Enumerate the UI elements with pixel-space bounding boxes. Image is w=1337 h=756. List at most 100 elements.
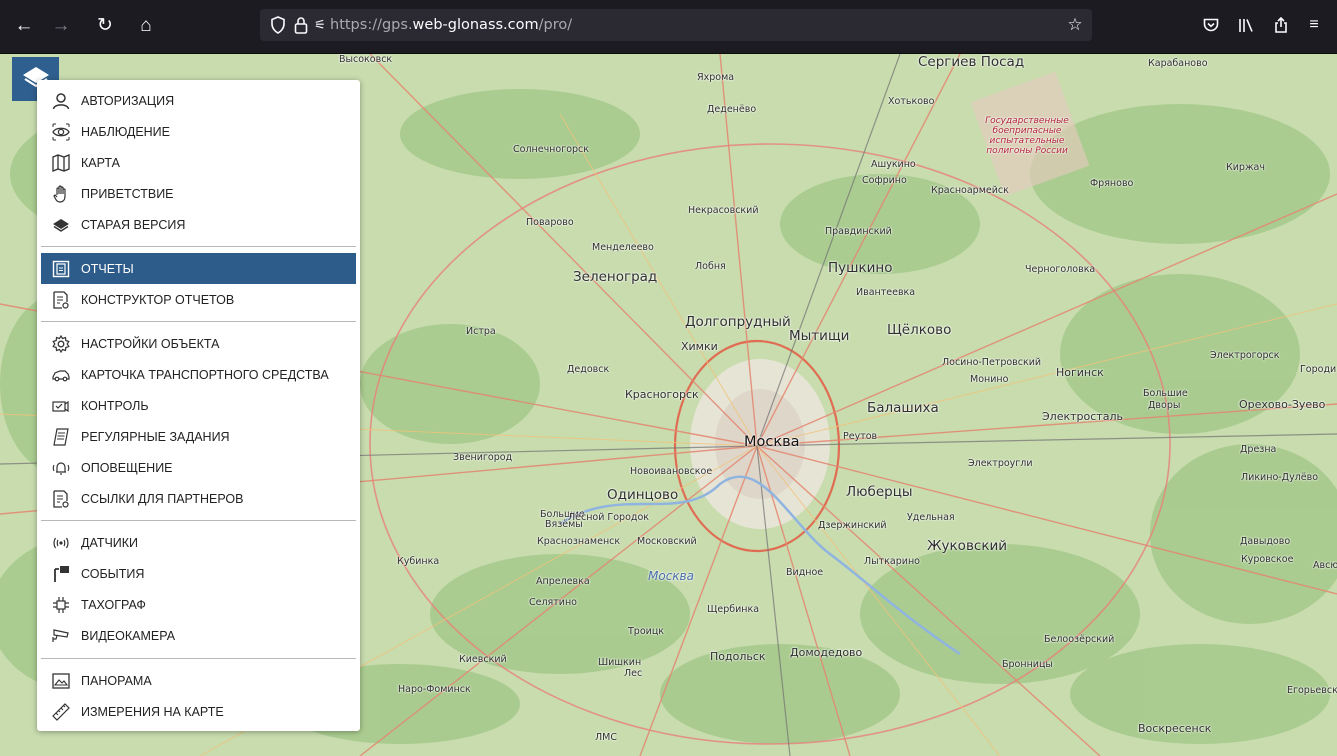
map-label: Троицк [628, 626, 665, 637]
map-label: Некрасовский [688, 205, 759, 216]
menu-item-label: ТАХОГРАФ [81, 597, 146, 612]
gear-icon [51, 334, 71, 354]
map-label: Пушкино [828, 260, 893, 276]
map-label: Воскресенск [1138, 722, 1212, 735]
map-label: Поварово [526, 217, 574, 228]
menu-item-report-builder[interactable]: КОНСТРУКТОР ОТЧЕТОВ [41, 284, 356, 315]
menu-item-greeting[interactable]: ПРИВЕТСТВИЕ [41, 178, 356, 209]
map-label: Ашукино [871, 159, 916, 170]
map-label: Черноголовка [1025, 264, 1096, 275]
back-icon[interactable]: ← [10, 11, 38, 39]
permissions-icon[interactable]: ⚟ [312, 14, 328, 36]
map-label: Щербинка [707, 604, 760, 615]
menu-item-label: РЕГУЛЯРНЫЕ ЗАДАНИЯ [81, 429, 230, 444]
map-label: Удельная [907, 512, 955, 523]
menu-item-label: НАБЛЮДЕНИЕ [81, 124, 171, 139]
menu-item-label: КОНТРОЛЬ [81, 398, 149, 413]
map-label: Егорьевск [1287, 685, 1337, 696]
map-label: Большие [1143, 388, 1188, 399]
menu-item-object-settings[interactable]: НАСТРОЙКИ ОБЪЕКТА [41, 328, 356, 359]
pocket-icon[interactable] [1197, 11, 1225, 39]
car-icon [51, 365, 71, 385]
map-label: Московский [637, 536, 697, 547]
url-bar[interactable]: ⚟ https://gps.web-glonass.com/pro/ ☆ [260, 9, 1092, 41]
menu-item-map[interactable]: КАРТА [41, 147, 356, 178]
map-label: Менделеево [592, 242, 654, 253]
map-label: Зеленоград [573, 269, 658, 285]
home-icon[interactable]: ⌂ [132, 11, 160, 39]
shield-icon[interactable] [268, 14, 288, 36]
menu-item-observation[interactable]: НАБЛЮДЕНИЕ [41, 116, 356, 147]
map-label: Ликино-Дулёво [1241, 472, 1319, 483]
map-label: Наро-Фоминск [398, 684, 471, 695]
map-label: Селятино [529, 597, 577, 608]
share-icon[interactable] [1267, 11, 1295, 39]
map-label: Ногинск [1056, 366, 1104, 379]
map-label: Яхрома [697, 72, 735, 83]
map-label: Электросталь [1042, 410, 1123, 423]
menu-item-reports[interactable]: ОТЧЕТЫ [41, 253, 356, 284]
map-label: Москва [744, 434, 800, 450]
library-icon[interactable] [1232, 11, 1260, 39]
menu-item-partner-links[interactable]: ССЫЛКИ ДЛЯ ПАРТНЕРОВ [41, 483, 356, 514]
menu-item-vehicle-card[interactable]: КАРТОЧКА ТРАНСПОРТНОГО СРЕДСТВА [41, 359, 356, 390]
menu-item-notification[interactable]: ОПОВЕЩЕНИЕ [41, 452, 356, 483]
menu-item-events[interactable]: СОБЫТИЯ [41, 558, 356, 589]
menu-item-label: ИЗМЕРЕНИЯ НА КАРТЕ [81, 704, 224, 719]
bookmark-star-icon[interactable]: ☆ [1064, 14, 1086, 36]
map-label: ЛМС [595, 732, 617, 743]
map-label: Белоозёрский [1044, 634, 1115, 645]
map-label: Лыткарино [864, 556, 920, 567]
menu-item-label: КАРТА [81, 155, 120, 170]
bell-icon [51, 458, 71, 478]
report-builder-icon [51, 290, 71, 310]
camera-icon [51, 626, 71, 646]
menu-item-sensors[interactable]: ДАТЧИКИ [41, 527, 356, 558]
menu-item-control[interactable]: КОНТРОЛЬ [41, 390, 356, 421]
menu-item-panorama[interactable]: ПАНОРАМА [41, 665, 356, 696]
menu-item-label: ОПОВЕЩЕНИЕ [81, 460, 173, 475]
map-label: Электроугли [968, 458, 1033, 469]
forward-icon[interactable]: → [47, 11, 75, 39]
menu-item-video-camera[interactable]: ВИДЕОКАМЕРА [41, 620, 356, 651]
menu-item-label: ПАНОРАМА [81, 673, 152, 688]
map-label: Домодедово [790, 646, 863, 659]
map-label: Софрино [862, 175, 907, 186]
map-label: Бронницы [1002, 659, 1053, 670]
map-label: Одинцово [607, 487, 679, 503]
menu-divider [41, 658, 356, 659]
map-label: Шишкин [598, 657, 642, 668]
menu-item-authorization[interactable]: АВТОРИЗАЦИЯ [41, 85, 356, 116]
map-label: Дрезна [1240, 444, 1277, 455]
reload-icon[interactable]: ↻ [91, 11, 119, 39]
menu-divider [41, 520, 356, 521]
menu-divider [41, 246, 356, 247]
map-label: Хотьково [888, 96, 935, 107]
map-label: Краснознаменск [537, 536, 621, 547]
map-label: Красногорск [625, 388, 699, 401]
map-label: Сергиев Посад [918, 54, 1025, 70]
map-label: Киржач [1226, 162, 1265, 173]
menu-item-label: АВТОРИЗАЦИЯ [81, 93, 175, 108]
map-label: Деденёво [707, 104, 757, 115]
map-label: Химки [681, 340, 718, 353]
hamburger-menu-icon[interactable]: ≡ [1300, 11, 1328, 39]
map-label: Лесной Городок [568, 512, 649, 523]
user-icon [51, 91, 71, 111]
map-label: Кубинка [397, 556, 440, 567]
report-icon [51, 259, 71, 279]
hand-icon [51, 184, 71, 204]
lock-icon[interactable] [292, 14, 310, 36]
map-icon [51, 153, 71, 173]
menu-item-label: КОНСТРУКТОР ОТЧЕТОВ [81, 292, 235, 307]
map-label: Высоковск [339, 54, 393, 65]
map-label: Москва [648, 569, 694, 583]
menu-divider [41, 321, 356, 322]
url-text[interactable]: https://gps.web-glonass.com/pro/ [330, 17, 572, 33]
menu-item-old-version[interactable]: СТАРАЯ ВЕРСИЯ [41, 209, 356, 240]
menu-item-regular-tasks[interactable]: РЕГУЛЯРНЫЕ ЗАДАНИЯ [41, 421, 356, 452]
menu-item-tachograph[interactable]: ТАХОГРАФ [41, 589, 356, 620]
map-label: Авсю [1313, 560, 1337, 571]
menu-item-map-measurements[interactable]: ИЗМЕРЕНИЯ НА КАРТЕ [41, 696, 356, 727]
map-label: Монино [970, 374, 1009, 385]
